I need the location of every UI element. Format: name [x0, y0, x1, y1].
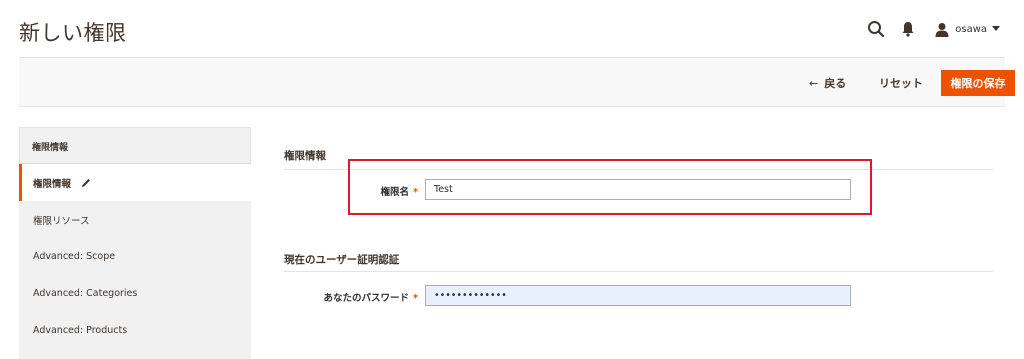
section-divider — [284, 271, 993, 272]
page-actions-bar: ← 戻る リセット 権限の保存 — [19, 57, 1015, 107]
notification-bell-icon[interactable] — [901, 21, 915, 37]
user-name: osawa — [955, 23, 987, 35]
search-icon[interactable] — [867, 20, 885, 38]
user-menu[interactable]: osawa — [935, 22, 1000, 37]
back-label: 戻る — [824, 77, 847, 90]
section-title-role-info: 権限情報 — [284, 150, 326, 162]
password-input[interactable]: ••••••••••••• — [425, 285, 851, 306]
tab-advanced-categories[interactable]: Advanced: Categories — [19, 275, 251, 312]
back-arrow-icon: ← — [809, 77, 819, 90]
pencil-icon — [81, 178, 91, 188]
sidebar-item-label: 権限リソース — [33, 215, 90, 227]
sidebar-item-label: 権限情報 — [33, 178, 72, 190]
sidebar-item-label: Advanced: Scope — [33, 251, 116, 262]
header-actions: osawa — [867, 18, 1000, 40]
sidebar-item-label: Advanced: Categories — [33, 288, 138, 299]
sidebar-heading: 権限情報 — [19, 127, 251, 164]
sidebar-tabs: 権限情報 権限情報 権限リソース Advanced: Scope Advance… — [19, 127, 251, 359]
user-icon — [935, 22, 949, 37]
sidebar-item-label: Advanced: Products — [33, 325, 128, 336]
section-title-current-user-verification: 現在のユーザー証明認証 — [284, 254, 400, 266]
password-label: あなたのパスワード * — [300, 290, 418, 304]
back-button[interactable]: ← 戻る — [809, 75, 846, 91]
chevron-down-icon — [992, 26, 1000, 32]
reset-button[interactable]: リセット — [879, 75, 923, 91]
tab-advanced-products[interactable]: Advanced: Products — [19, 312, 251, 349]
highlight-annotation — [348, 159, 872, 215]
required-mark: * — [413, 293, 418, 304]
tab-role-resources[interactable]: 権限リソース — [19, 201, 251, 238]
password-label-text: あなたのパスワード — [323, 293, 410, 304]
tab-role-info[interactable]: 権限情報 — [19, 164, 251, 201]
page-title: 新しい権限 — [19, 21, 127, 45]
tab-advanced-scope[interactable]: Advanced: Scope — [19, 238, 251, 275]
save-role-button[interactable]: 権限の保存 — [941, 70, 1015, 96]
